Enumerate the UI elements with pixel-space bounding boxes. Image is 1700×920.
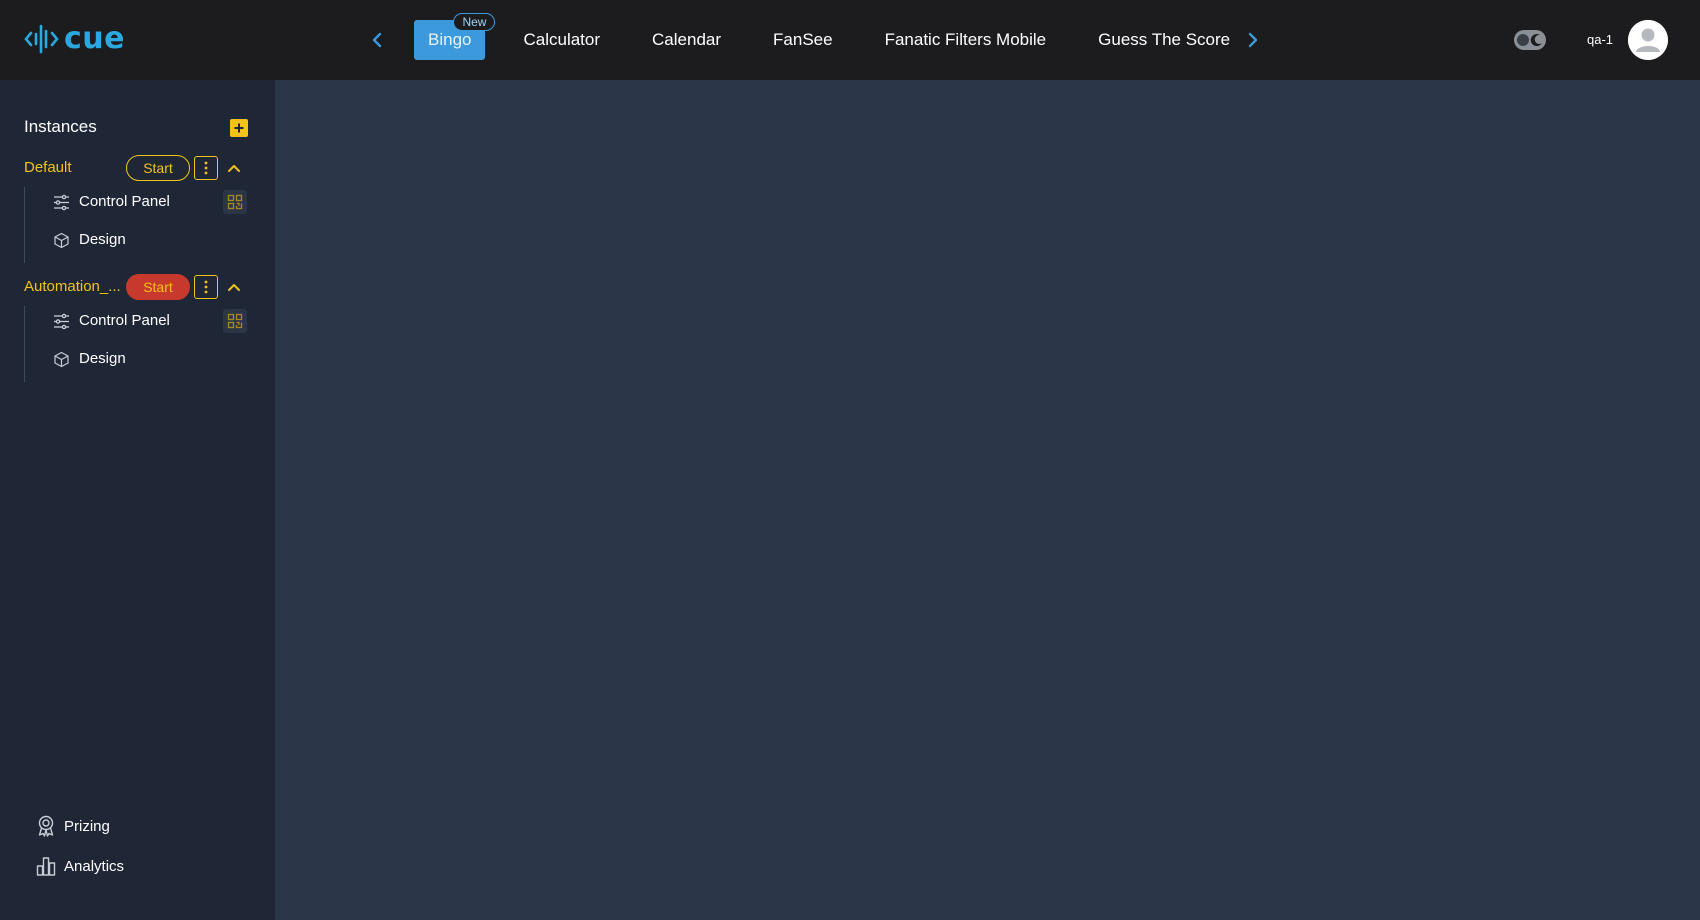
prizing-link[interactable]: Prizing (36, 813, 110, 839)
qr-code-button[interactable] (223, 190, 247, 214)
start-button[interactable]: Start (126, 274, 190, 300)
start-button[interactable]: Start (126, 155, 190, 181)
cube-icon (54, 351, 69, 368)
tab-guess-the-score[interactable]: Guess The Score (1084, 20, 1244, 60)
bar-chart-icon (36, 857, 56, 876)
tab-fansee[interactable]: FanSee (759, 20, 847, 60)
tab-label: Bingo (428, 30, 472, 49)
username: qa-1 (1587, 32, 1614, 47)
user-icon (1628, 20, 1668, 60)
design-item[interactable]: Design (25, 344, 255, 374)
tabs-next-button[interactable] (1242, 28, 1264, 52)
analytics-label: Analytics (64, 857, 125, 875)
theme-toggle[interactable] (1514, 30, 1546, 50)
sidebar: Instances Default Start Control Panel De… (0, 80, 275, 920)
chevron-up-icon[interactable] (226, 279, 242, 295)
more-vertical-icon (204, 280, 208, 294)
sub-item-label: Control Panel (79, 193, 170, 210)
tab-label: Calculator (523, 30, 601, 49)
instance-name: Automation_... (24, 278, 121, 295)
new-badge: New (453, 13, 496, 31)
more-vertical-icon (204, 161, 208, 175)
sliders-icon (54, 313, 69, 330)
sub-item-label: Design (79, 231, 126, 248)
app-logo[interactable]: cue (24, 22, 125, 56)
sliders-icon (54, 194, 69, 211)
design-item[interactable]: Design (25, 225, 255, 255)
tab-label: Calendar (652, 30, 722, 49)
tab-calendar[interactable]: Calendar (638, 20, 735, 60)
instance-sublist: Control Panel Design (24, 306, 254, 382)
tab-label: FanSee (773, 30, 833, 49)
tab-label: Fanatic Filters Mobile (884, 30, 1047, 49)
instance-name: Default (24, 159, 72, 176)
sub-item-label: Control Panel (79, 312, 170, 329)
instance-menu-button[interactable] (194, 275, 218, 299)
avatar[interactable] (1628, 20, 1668, 60)
control-panel-item[interactable]: Control Panel (25, 187, 255, 217)
instance-row-automation[interactable]: Automation_... Start (24, 274, 254, 300)
plus-icon (234, 123, 244, 133)
instance-row-default[interactable]: Default Start (24, 155, 254, 181)
instance-sublist: Control Panel Design (24, 187, 254, 263)
chevron-right-icon (1248, 32, 1258, 48)
add-instance-button[interactable] (230, 119, 248, 137)
instances-title: Instances (24, 117, 97, 136)
qr-code-icon (227, 194, 243, 210)
chevron-left-icon (372, 32, 382, 48)
control-panel-item[interactable]: Control Panel (25, 306, 255, 336)
sub-item-label: Design (79, 350, 126, 367)
app-tabs: Bingo New Calculator Calendar FanSee Fan… (414, 0, 1244, 80)
cube-icon (54, 232, 69, 249)
tab-calculator[interactable]: Calculator (509, 20, 614, 60)
prizing-label: Prizing (64, 817, 110, 835)
brand-name: cue (64, 21, 125, 56)
instance-menu-button[interactable] (194, 156, 218, 180)
main-content (275, 80, 1700, 920)
tab-label: Guess The Score (1098, 30, 1231, 49)
chevron-up-icon[interactable] (226, 160, 242, 176)
award-icon (38, 815, 54, 837)
qr-code-icon (227, 313, 243, 329)
moon-icon (1530, 34, 1542, 47)
analytics-link[interactable]: Analytics (36, 853, 124, 879)
tab-fanatic-filters-mobile[interactable]: Fanatic Filters Mobile (871, 20, 1061, 60)
toggle-knob (1517, 34, 1529, 46)
tab-bingo[interactable]: Bingo New (414, 13, 496, 60)
top-bar: cue Bingo New Calculator Calendar FanSee… (0, 0, 1700, 80)
tabs-prev-button[interactable] (366, 28, 388, 52)
qr-code-button[interactable] (223, 309, 247, 333)
audio-wave-icon (24, 24, 59, 54)
